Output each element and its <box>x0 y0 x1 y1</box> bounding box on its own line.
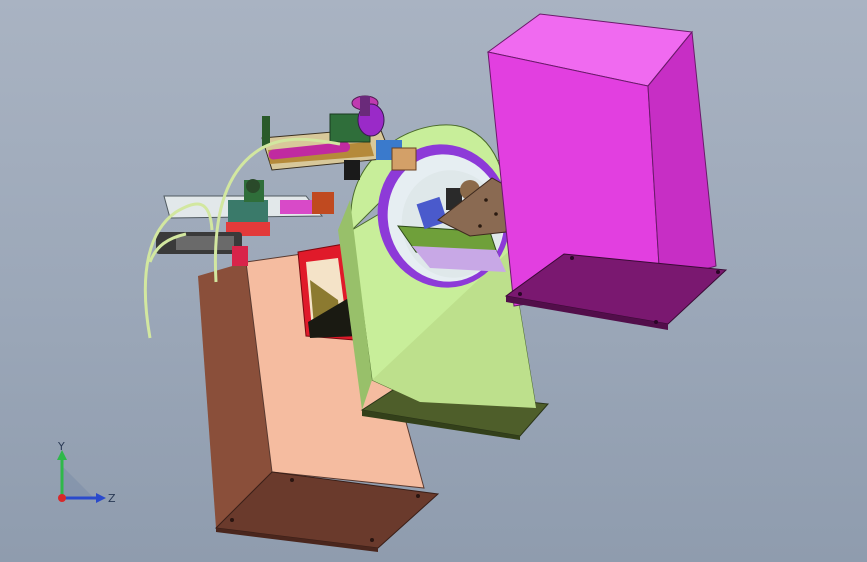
z-arrow-icon <box>96 493 106 503</box>
x-axis-origin-icon <box>58 494 66 502</box>
axis-triad: Y Z <box>57 440 116 505</box>
cad-model[interactable] <box>0 0 867 562</box>
cad-viewport[interactable]: Y Z <box>0 0 867 562</box>
z-axis-label: Z <box>108 492 116 505</box>
upper-arm-assembly[interactable] <box>261 113 417 180</box>
y-axis-label: Y <box>57 440 65 453</box>
magenta-block[interactable] <box>486 13 728 330</box>
triad-plane <box>62 466 94 498</box>
